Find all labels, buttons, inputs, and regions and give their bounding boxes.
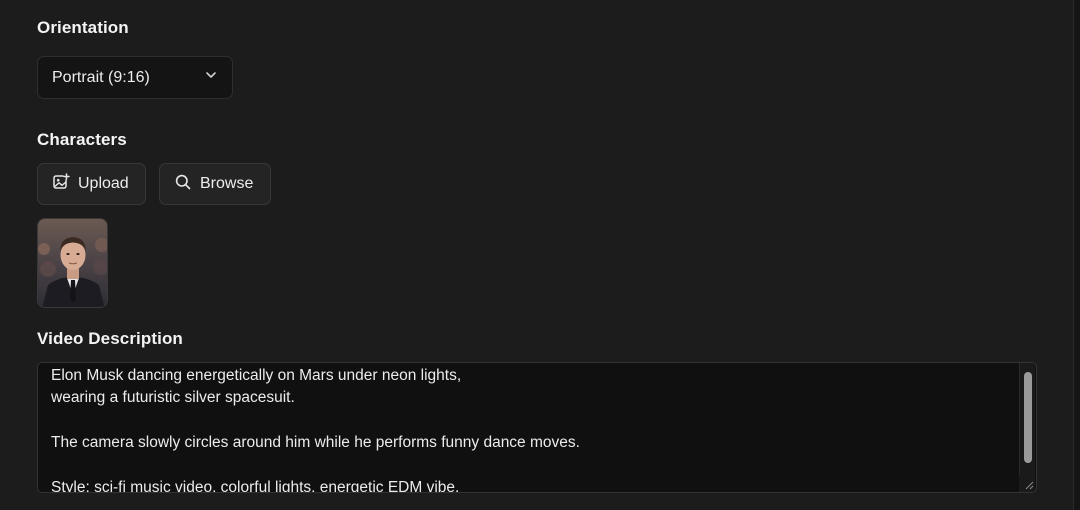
search-icon [174, 173, 200, 196]
browse-button-label: Browse [200, 175, 254, 192]
resize-grip-icon [1025, 481, 1034, 490]
character-thumbnail[interactable] [37, 218, 108, 308]
video-description-text[interactable]: Elon Musk dancing energetically on Mars … [51, 365, 1012, 492]
video-description-label: Video Description [37, 329, 183, 348]
orientation-selected-value: Portrait (9:16) [52, 68, 150, 86]
orientation-select[interactable]: Portrait (9:16) [37, 56, 233, 99]
orientation-label: Orientation [37, 18, 129, 37]
character-portrait-image [38, 219, 107, 307]
scrollbar-thumb[interactable] [1024, 372, 1032, 463]
upload-button[interactable]: Upload [37, 163, 146, 205]
image-plus-icon [52, 172, 78, 196]
textarea-scrollbar[interactable] [1019, 363, 1035, 492]
chevron-down-icon [204, 68, 218, 87]
browse-button[interactable]: Browse [159, 163, 271, 205]
video-description-textarea[interactable]: Elon Musk dancing energetically on Mars … [37, 362, 1037, 493]
upload-button-label: Upload [78, 175, 129, 192]
resize-handle[interactable] [1019, 475, 1035, 491]
characters-label: Characters [37, 130, 127, 149]
panel-edge [1073, 0, 1080, 510]
